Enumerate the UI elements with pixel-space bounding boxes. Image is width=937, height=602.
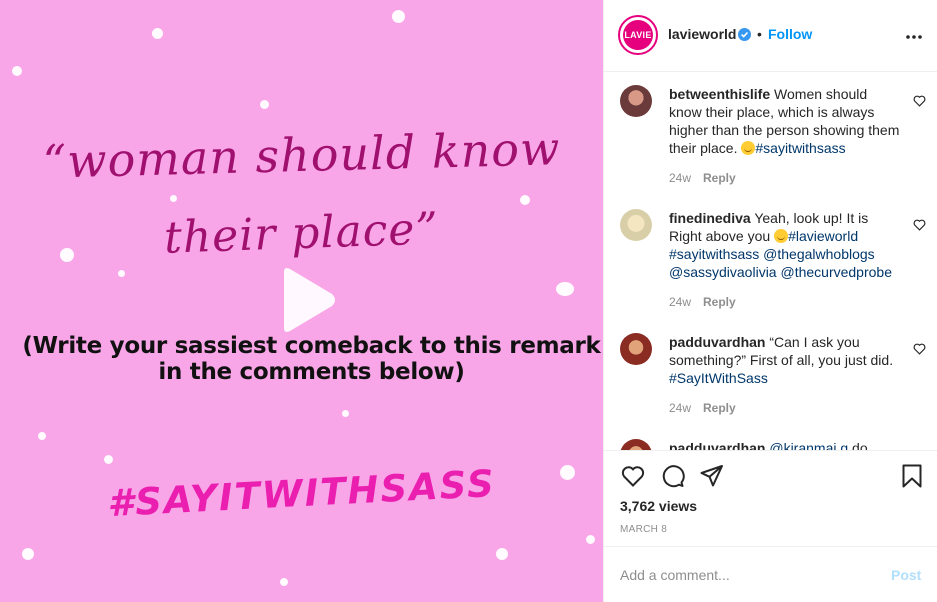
comment-input[interactable] — [620, 561, 880, 589]
comments-list[interactable]: betweenthislife Women should know their … — [604, 73, 937, 450]
view-count: 3,762 views — [620, 498, 698, 514]
like-heart-icon[interactable] — [913, 94, 926, 107]
avatar[interactable] — [620, 209, 652, 241]
avatar-logo: LAVIE — [623, 20, 653, 50]
comment-meta: 24w Reply — [669, 401, 736, 415]
verified-badge-icon — [738, 28, 751, 41]
avatar[interactable] — [620, 439, 652, 450]
comment-time: 24w — [669, 401, 692, 415]
add-comment-bar: Post — [604, 546, 937, 602]
play-icon[interactable] — [268, 264, 340, 336]
reply-button[interactable]: Reply — [703, 295, 736, 309]
reply-button[interactable]: Reply — [703, 171, 736, 185]
comment-body: betweenthislife Women should know their … — [669, 85, 901, 157]
smile-emoji-icon — [774, 229, 789, 243]
avatar[interactable] — [620, 333, 652, 365]
media-hashtag: #SAYITWITHSASS — [106, 461, 497, 526]
comment-time: 24w — [669, 171, 692, 185]
comment-icon[interactable] — [660, 463, 686, 489]
comment-username[interactable]: betweenthislife — [669, 86, 770, 102]
decor-dot — [118, 270, 125, 277]
comment-text: do — [852, 440, 868, 450]
separator-dot: • — [757, 26, 762, 42]
instruction-line-2: in the comments below) — [158, 359, 465, 385]
follow-button[interactable]: Follow — [768, 26, 812, 42]
quote-line-2: their place” — [163, 203, 440, 264]
share-icon[interactable] — [699, 463, 725, 489]
hashtag-link[interactable]: #sayitwithsass — [669, 246, 759, 262]
post-actions: 3,762 views MARCH 8 — [604, 450, 937, 546]
post-sidebar: LAVIE lavieworld • Follow betweenthislif… — [603, 0, 937, 602]
comment-body: padduvardhan @kiranmai.g do — [669, 439, 901, 450]
like-heart-icon[interactable] — [913, 218, 926, 231]
decor-dot — [170, 195, 177, 202]
comment-username[interactable]: finedinediva — [669, 210, 751, 226]
mention-link[interactable]: @thegalwhoblogs — [763, 246, 875, 262]
post-media[interactable]: “woman should know their place” (Write y… — [0, 0, 603, 602]
post-date[interactable]: MARCH 8 — [620, 524, 667, 535]
avatar[interactable] — [620, 85, 652, 117]
decor-dot — [496, 548, 508, 560]
username[interactable]: lavieworld — [668, 26, 736, 42]
mention-link[interactable]: @sassydivaolivia — [669, 264, 777, 280]
hashtag-link[interactable]: #lavieworld — [788, 228, 858, 244]
more-horizontal-icon[interactable] — [904, 26, 924, 46]
quote-line-1: “woman should know — [41, 121, 562, 189]
heart-icon[interactable] — [620, 463, 646, 489]
avatar[interactable]: LAVIE — [618, 15, 658, 55]
comment-time: 24w — [669, 295, 692, 309]
hashtag-link[interactable]: #sayitwithsass — [755, 140, 845, 156]
comment-body: finedinediva Yeah, look up! It is Right … — [669, 209, 901, 281]
decor-dot — [280, 578, 288, 586]
decor-dot — [586, 535, 595, 544]
smile-emoji-icon — [741, 141, 756, 155]
decor-dot — [342, 410, 349, 417]
decor-dot — [22, 548, 34, 560]
mention-link[interactable]: @kiranmai.g — [769, 440, 848, 450]
decor-dot — [38, 432, 46, 440]
comment-username[interactable]: padduvardhan — [669, 334, 765, 350]
reply-button[interactable]: Reply — [703, 401, 736, 415]
bookmark-icon[interactable] — [899, 463, 925, 489]
instruction-line-1: (Write your sassiest comeback to this re… — [22, 333, 601, 359]
decor-dot — [152, 28, 163, 39]
like-heart-icon[interactable] — [913, 342, 926, 355]
mention-link[interactable]: @thecurvedprobe — [780, 264, 892, 280]
comment-meta: 24w Reply — [669, 295, 736, 309]
comment-username[interactable]: padduvardhan — [669, 440, 765, 450]
decor-dot — [260, 100, 269, 109]
decor-dot — [392, 10, 405, 23]
post-button[interactable]: Post — [891, 567, 921, 583]
decor-dot — [556, 282, 574, 296]
hashtag-link[interactable]: #SayItWithSass — [669, 370, 768, 386]
comment-meta: 24w Reply — [669, 171, 736, 185]
post-header: LAVIE lavieworld • Follow — [604, 0, 937, 72]
decor-dot — [104, 455, 113, 464]
comment-body: padduvardhan “Can I ask you something?” … — [669, 333, 901, 387]
decor-dot — [12, 66, 22, 76]
